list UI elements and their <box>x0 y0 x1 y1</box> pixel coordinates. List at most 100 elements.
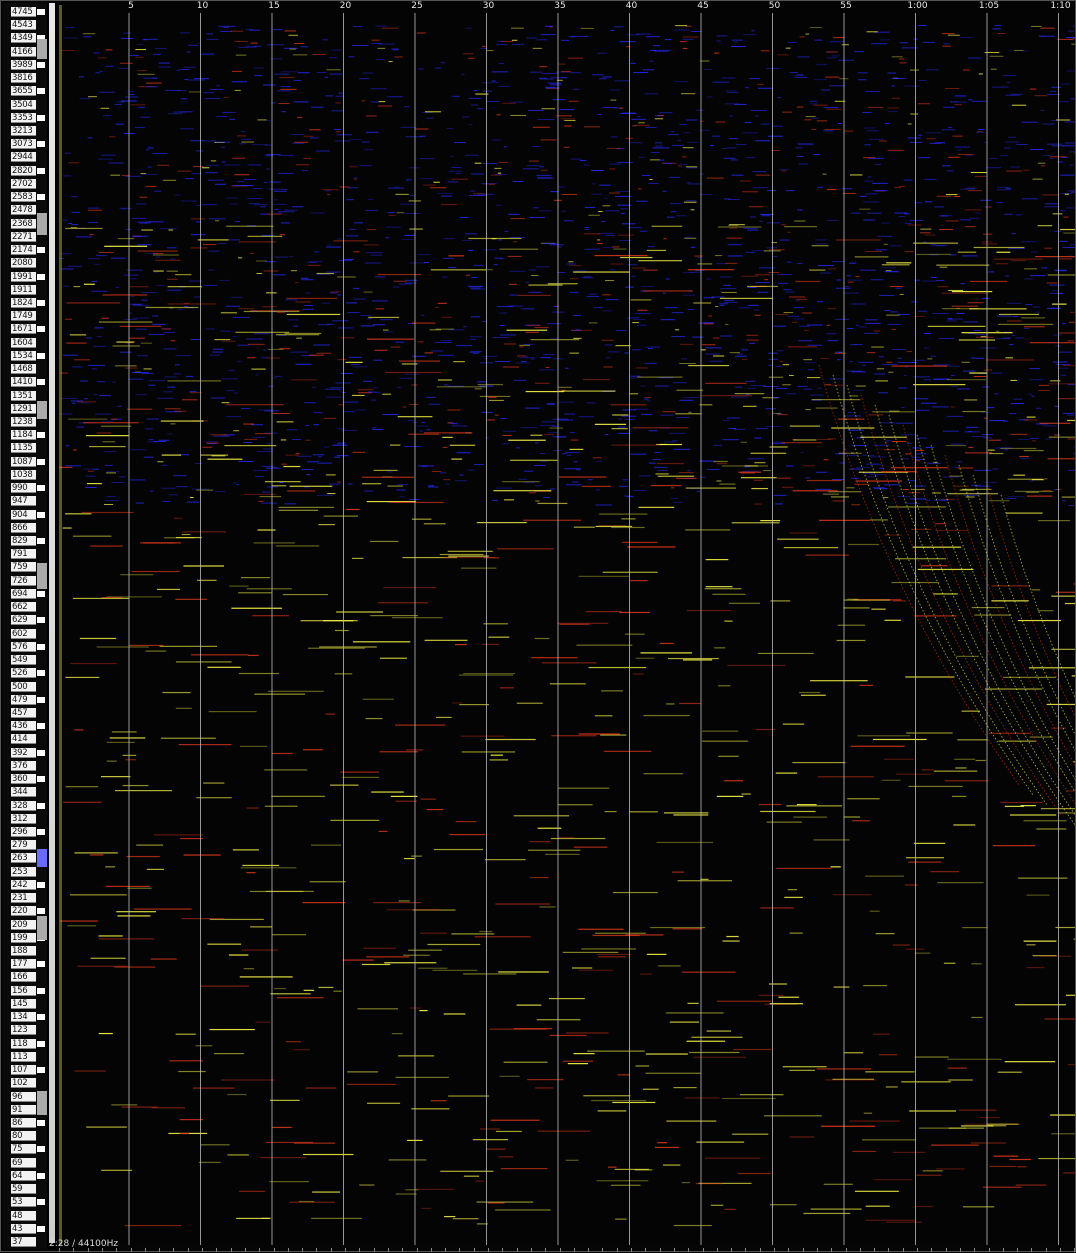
frequency-key[interactable]: 1351 <box>3 391 47 402</box>
frequency-key[interactable]: 75 <box>3 1144 47 1155</box>
frequency-key[interactable]: 134 <box>3 1012 47 1023</box>
key-marker <box>37 168 45 174</box>
key-marker <box>37 512 45 518</box>
frequency-key[interactable]: 107 <box>3 1065 47 1076</box>
frequency-key[interactable]: 1824 <box>3 298 47 309</box>
frequency-key[interactable]: 1135 <box>3 443 47 454</box>
frequency-key[interactable]: 118 <box>3 1039 47 1050</box>
frequency-key[interactable]: 392 <box>3 748 47 759</box>
frequency-key[interactable]: 80 <box>3 1131 47 1142</box>
frequency-label: 3073 <box>11 139 36 149</box>
frequency-key[interactable]: 526 <box>3 668 47 679</box>
frequency-key[interactable]: 4543 <box>3 20 47 31</box>
frequency-key[interactable]: 2702 <box>3 179 47 190</box>
frequency-key[interactable]: 53 <box>3 1197 47 1208</box>
frequency-key[interactable]: 69 <box>3 1158 47 1169</box>
frequency-key[interactable]: 1184 <box>3 430 47 441</box>
frequency-key[interactable]: 3353 <box>3 113 47 124</box>
frequency-key[interactable]: 3213 <box>3 126 47 137</box>
frequency-key[interactable]: 500 <box>3 682 47 693</box>
vertical-scrollbar[interactable] <box>47 3 57 1249</box>
frequency-key[interactable]: 145 <box>3 999 47 1010</box>
frequency-key[interactable]: 2174 <box>3 245 47 256</box>
frequency-keyboard[interactable]: 4745454343494166398938163655350433533213… <box>3 3 48 1249</box>
frequency-key[interactable]: 102 <box>3 1078 47 1089</box>
frequency-key[interactable]: 4745 <box>3 7 47 18</box>
frequency-key[interactable]: 1468 <box>3 364 47 375</box>
frequency-key[interactable]: 2080 <box>3 258 47 269</box>
frequency-key[interactable]: 1038 <box>3 470 47 481</box>
frequency-key[interactable]: 3073 <box>3 139 47 150</box>
frequency-key[interactable]: 479 <box>3 695 47 706</box>
frequency-label: 253 <box>11 867 36 877</box>
frequency-key[interactable]: 829 <box>3 536 47 547</box>
frequency-key[interactable]: 3816 <box>3 73 47 84</box>
frequency-key[interactable]: 166 <box>3 972 47 983</box>
frequency-key[interactable]: 629 <box>3 615 47 626</box>
frequency-key[interactable]: 360 <box>3 774 47 785</box>
frequency-key[interactable]: 263 <box>3 853 47 864</box>
frequency-label: 829 <box>11 536 36 546</box>
time-tick-label: 35 <box>554 1 565 11</box>
key-marker <box>37 908 45 914</box>
frequency-key[interactable]: 113 <box>3 1052 47 1063</box>
frequency-key[interactable]: 1749 <box>3 311 47 322</box>
frequency-key[interactable]: 37 <box>3 1237 47 1248</box>
minor-tick <box>259 1248 260 1252</box>
frequency-key[interactable]: 43 <box>3 1224 47 1235</box>
frequency-key[interactable]: 1087 <box>3 457 47 468</box>
frequency-key[interactable]: 694 <box>3 589 47 600</box>
frequency-key[interactable]: 1671 <box>3 324 47 335</box>
frequency-key[interactable]: 1410 <box>3 377 47 388</box>
frequency-label: 629 <box>11 615 36 625</box>
frequency-key[interactable]: 2944 <box>3 152 47 163</box>
frequency-key[interactable]: 947 <box>3 496 47 507</box>
frequency-key[interactable]: 231 <box>3 893 47 904</box>
frequency-key[interactable]: 904 <box>3 510 47 521</box>
minor-tick <box>131 1248 132 1252</box>
frequency-key[interactable]: 457 <box>3 708 47 719</box>
frequency-key[interactable]: 3989 <box>3 60 47 71</box>
frequency-key[interactable]: 662 <box>3 602 47 613</box>
frequency-key[interactable]: 312 <box>3 814 47 825</box>
frequency-key[interactable]: 328 <box>3 801 47 812</box>
frequency-key[interactable]: 156 <box>3 986 47 997</box>
frequency-key[interactable]: 376 <box>3 761 47 772</box>
frequency-key[interactable]: 253 <box>3 867 47 878</box>
frequency-key[interactable]: 344 <box>3 787 47 798</box>
minor-tick <box>1003 1248 1004 1252</box>
frequency-key[interactable]: 2820 <box>3 166 47 177</box>
time-ruler[interactable]: 5101520253035404550551:001:051:10 <box>59 1 1075 13</box>
frequency-key[interactable]: 177 <box>3 959 47 970</box>
frequency-key[interactable]: 86 <box>3 1118 47 1129</box>
frequency-key[interactable]: 576 <box>3 642 47 653</box>
frequency-key[interactable]: 59 <box>3 1184 47 1195</box>
frequency-key[interactable]: 1911 <box>3 285 47 296</box>
frequency-key[interactable]: 602 <box>3 629 47 640</box>
frequency-key[interactable]: 791 <box>3 549 47 560</box>
frequency-key[interactable]: 242 <box>3 880 47 891</box>
frequency-key[interactable]: 2583 <box>3 192 47 203</box>
frequency-key[interactable]: 123 <box>3 1025 47 1036</box>
frequency-label: 549 <box>11 655 36 665</box>
frequency-key[interactable]: 549 <box>3 655 47 666</box>
frequency-key[interactable]: 296 <box>3 827 47 838</box>
minor-tick <box>860 1248 861 1252</box>
frequency-key[interactable]: 3655 <box>3 86 47 97</box>
frequency-key[interactable]: 3504 <box>3 100 47 111</box>
frequency-key[interactable]: 990 <box>3 483 47 494</box>
frequency-key[interactable]: 48 <box>3 1211 47 1222</box>
frequency-key[interactable]: 436 <box>3 721 47 732</box>
frequency-key[interactable]: 866 <box>3 523 47 534</box>
frequency-key[interactable]: 414 <box>3 734 47 745</box>
frequency-key[interactable]: 1534 <box>3 351 47 362</box>
scrollbar-thumb[interactable] <box>49 3 55 1243</box>
frequency-key[interactable]: 188 <box>3 946 47 957</box>
key-marker <box>37 326 45 332</box>
key-marker <box>37 485 45 491</box>
key-group-shade <box>37 563 47 589</box>
frequency-key[interactable]: 64 <box>3 1171 47 1182</box>
frequency-key[interactable]: 1991 <box>3 272 47 283</box>
spectrogram-canvas[interactable] <box>59 5 1075 1245</box>
frequency-key[interactable]: 1604 <box>3 338 47 349</box>
